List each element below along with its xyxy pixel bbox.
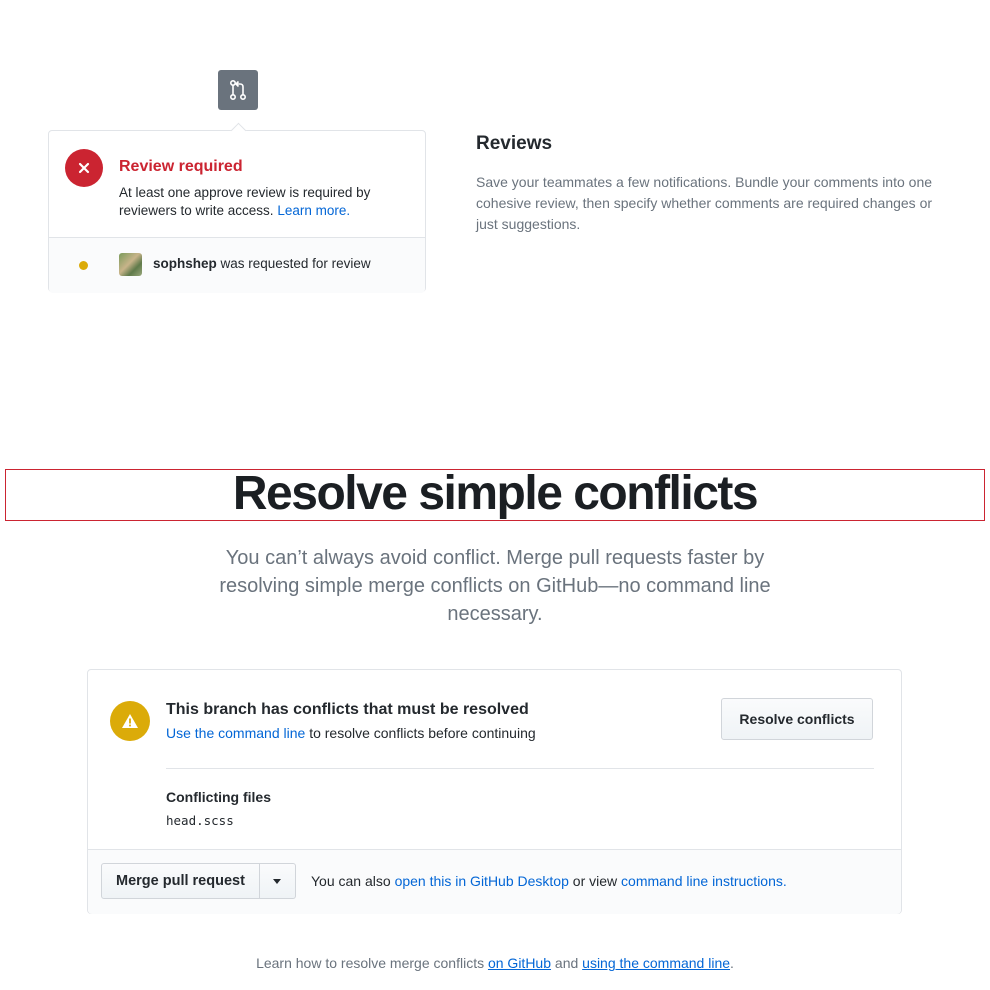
conflict-subtitle-text: to resolve conflicts before continuing — [309, 725, 536, 741]
learn-more-line: Learn how to resolve merge conflicts on … — [0, 955, 990, 971]
merge-pull-request-button[interactable]: Merge pull request — [101, 863, 260, 899]
review-required-description: At least one approve review is required … — [119, 184, 409, 220]
on-github-link[interactable]: on GitHub — [488, 955, 551, 971]
learn-suffix: . — [730, 955, 734, 971]
merge-footer: Merge pull request You can also open thi… — [88, 849, 901, 914]
avatar[interactable] — [119, 253, 142, 276]
merge-method-dropdown[interactable] — [259, 863, 296, 899]
conflict-title: This branch has conflicts that must be r… — [166, 701, 529, 718]
reviews-description: Save your teammates a few notifications.… — [476, 174, 933, 232]
merge-conflict-box: This branch has conflicts that must be r… — [87, 669, 902, 914]
learn-mid: and — [554, 955, 579, 971]
merge-button-group: Merge pull request — [101, 863, 296, 899]
review-status-card: Review required At least one approve rev… — [48, 130, 426, 293]
conflict-subtitle: Use the command line to resolve conflict… — [166, 725, 536, 741]
reviewer-request-row: sophshep was requested for review — [49, 238, 425, 293]
x-icon — [78, 162, 90, 174]
reviewer-request-text: sophshep was requested for review — [153, 256, 371, 271]
page-subtitle: You can’t always avoid conflict. Merge p… — [219, 547, 771, 625]
triangle-down-icon — [273, 878, 282, 884]
reviewer-status: was requested for review — [220, 256, 371, 271]
git-pull-request-icon — [229, 79, 247, 101]
review-required-title: Review required — [119, 158, 243, 175]
learn-more-link[interactable]: Learn more. — [277, 203, 350, 218]
footer-prefix: You can also — [311, 873, 391, 889]
footer-mid: or view — [572, 873, 618, 889]
reviews-heading: Reviews — [476, 133, 553, 154]
learn-prefix: Learn how to resolve merge conflicts — [256, 955, 485, 971]
pull-request-icon-box — [218, 70, 258, 110]
command-line-instructions-link[interactable]: command line instructions. — [621, 873, 787, 889]
github-desktop-link[interactable]: open this in GitHub Desktop — [395, 873, 569, 889]
pending-dot-icon — [79, 261, 88, 270]
conflicting-files-label: Conflicting files — [166, 789, 271, 805]
resolve-conflicts-button[interactable]: Resolve conflicts — [721, 698, 873, 740]
page-title: Resolve simple conflicts — [232, 467, 759, 520]
command-line-link-footer[interactable]: using the command line — [582, 955, 730, 971]
command-line-link[interactable]: Use the command line — [166, 725, 305, 741]
review-failed-badge — [65, 149, 103, 187]
merge-alternatives-text: You can also open this in GitHub Desktop… — [311, 873, 787, 889]
alert-icon — [122, 714, 138, 728]
divider — [166, 768, 874, 769]
reviewer-name[interactable]: sophshep — [153, 256, 217, 271]
conflict-warning-badge — [110, 701, 150, 741]
review-required-section: Review required At least one approve rev… — [49, 131, 425, 238]
conflicting-file-name: head.scss — [166, 813, 234, 828]
